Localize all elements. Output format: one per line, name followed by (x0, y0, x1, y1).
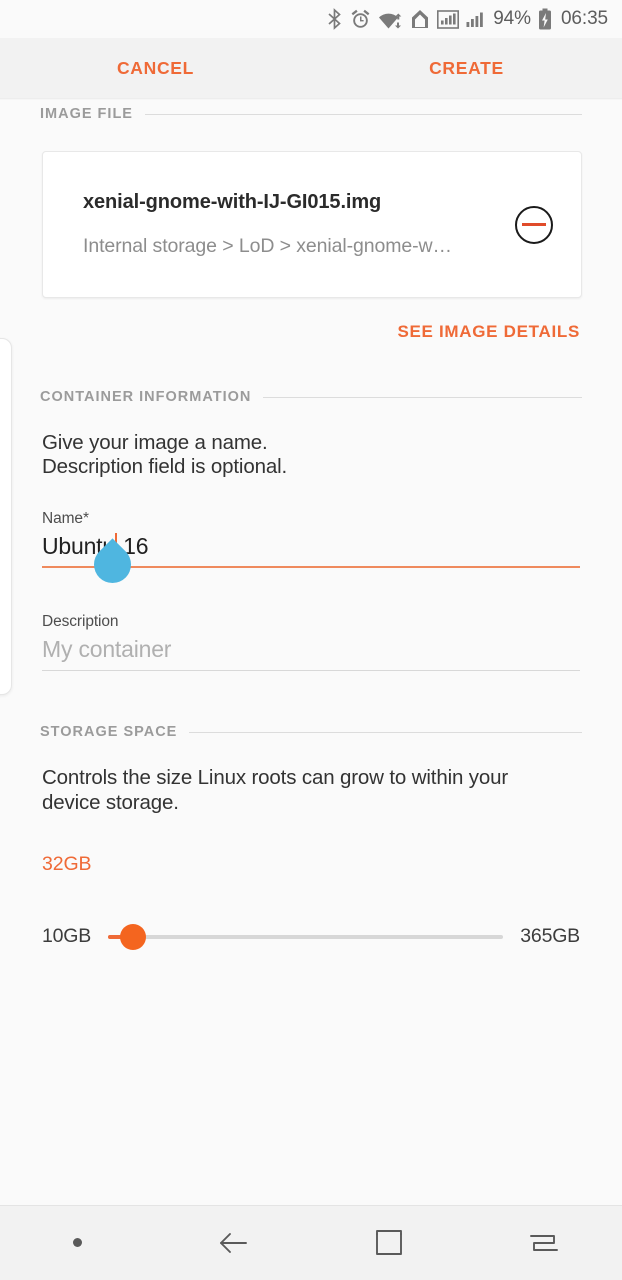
description-input[interactable]: My container (42, 633, 580, 665)
section-divider (144, 113, 582, 115)
wifi-icon (378, 9, 403, 30)
storage-info-line-2: device storage. (42, 790, 179, 814)
section-header-storage-space: STORAGE SPACE (0, 724, 622, 740)
section-header-image-file: IMAGE FILE (0, 106, 622, 122)
cancel-button[interactable]: CANCEL (0, 58, 311, 79)
alarm-icon (350, 9, 371, 30)
home-icon (375, 1229, 402, 1255)
container-information-description: Give your image a name. Description fiel… (42, 431, 580, 479)
battery-charging-icon (538, 8, 552, 30)
status-bar: 94% 06:35 (0, 0, 622, 38)
action-bar: CANCEL CREATE (0, 38, 622, 98)
signal-sim2-icon (466, 9, 485, 30)
nav-recents-button[interactable] (467, 1205, 622, 1280)
minus-bar (522, 223, 546, 226)
image-file-path: Internal storage > LoD > xenial-gnome-w… (83, 235, 452, 257)
description-field-label: Description (42, 613, 119, 631)
container-info-line-2: Description field is optional. (42, 455, 288, 479)
slider-max-label: 365GB (520, 925, 580, 948)
section-label-image-file: IMAGE FILE (40, 106, 133, 122)
see-image-details-link[interactable]: SEE IMAGE DETAILS (0, 322, 580, 342)
offscreen-card-sliver (0, 338, 12, 695)
image-file-card[interactable]: xenial-gnome-with-IJ-GI015.img Internal … (42, 151, 582, 298)
container-info-line-1: Give your image a name. (42, 431, 268, 454)
navigation-bar (0, 1205, 622, 1280)
nav-bar-top-border (0, 1205, 622, 1206)
battery-percent-label: 94% (493, 8, 531, 29)
image-file-name: xenial-gnome-with-IJ-GI015.img (83, 191, 382, 213)
slider-thumb[interactable] (119, 923, 146, 950)
description-field-group: Description My container (42, 613, 580, 672)
section-label-storage-space: STORAGE SPACE (40, 724, 178, 741)
description-field-underline (42, 670, 580, 672)
bluetooth-icon (326, 8, 343, 30)
nav-dot-icon (73, 1238, 83, 1247)
slider-track (108, 934, 504, 939)
signal-sim1-icon (437, 9, 460, 30)
section-divider (263, 396, 582, 398)
main-content: IMAGE FILE xenial-gnome-with-IJ-GI015.im… (0, 106, 622, 1205)
name-field-group: Name* Ubuntu 16 (42, 510, 580, 592)
nav-home-button[interactable] (311, 1205, 467, 1280)
create-button[interactable]: CREATE (311, 58, 622, 79)
action-bar-shadow (0, 98, 622, 100)
vpn-icon (410, 9, 430, 30)
minus-circle-icon[interactable] (515, 205, 553, 244)
recents-icon (530, 1234, 559, 1251)
storage-slider-row: 10GB 365GB (42, 923, 580, 950)
section-label-container-information: CONTAINER INFORMATION (40, 389, 252, 405)
storage-space-description: Controls the size Linux roots can grow t… (42, 766, 580, 814)
nav-dot-button[interactable] (0, 1205, 156, 1280)
image-file-texts: xenial-gnome-with-IJ-GI015.img Internal … (83, 191, 515, 258)
storage-info-line-1: Controls the size Linux roots can grow t… (42, 766, 509, 790)
storage-current-value: 32GB (42, 852, 92, 875)
slider-min-label: 10GB (42, 925, 92, 948)
section-divider (189, 731, 582, 733)
section-header-container-information: CONTAINER INFORMATION (0, 389, 622, 405)
back-icon (220, 1232, 248, 1253)
storage-slider[interactable] (108, 923, 504, 950)
nav-back-button[interactable] (156, 1205, 312, 1280)
name-field-label: Name* (42, 510, 89, 528)
clock-label: 06:35 (560, 8, 608, 29)
